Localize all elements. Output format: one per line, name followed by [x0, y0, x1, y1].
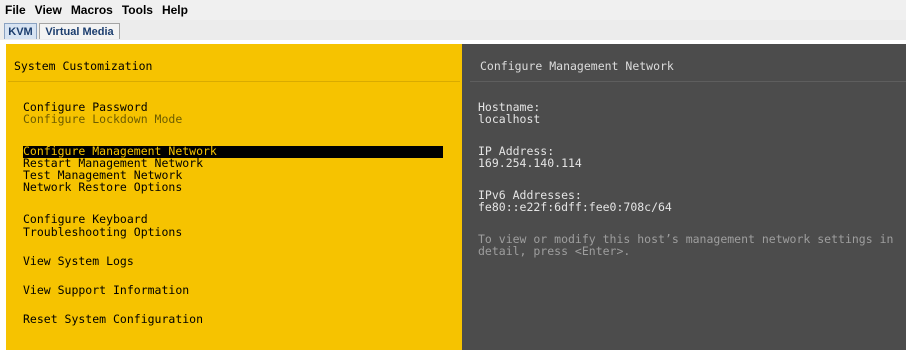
- system-customization-panel: System Customization Configure Password …: [6, 44, 462, 350]
- menu-tools[interactable]: Tools: [117, 0, 157, 20]
- menu-bar: File View Macros Tools Help: [0, 0, 906, 20]
- detail-divider: [470, 81, 906, 82]
- menu-view[interactable]: View: [30, 0, 66, 20]
- menu-item-troubleshooting-options[interactable]: Troubleshooting Options: [23, 226, 182, 239]
- menu-help[interactable]: Help: [157, 0, 192, 20]
- kvm-console[interactable]: System Customization Configure Password …: [0, 40, 906, 350]
- panel-divider: [8, 81, 460, 82]
- management-network-detail-panel: Configure Management Network Hostname: l…: [462, 44, 906, 350]
- menu-item-reset-system-configuration[interactable]: Reset System Configuration: [23, 313, 203, 326]
- menu-file[interactable]: File: [0, 0, 30, 20]
- ip-address-value: 169.254.140.114: [478, 156, 582, 170]
- menu-macros[interactable]: Macros: [66, 0, 117, 20]
- tab-kvm[interactable]: KVM: [4, 23, 37, 39]
- detail-title: Configure Management Network: [480, 59, 674, 73]
- menu-item-configure-lockdown[interactable]: Configure Lockdown Mode: [23, 113, 182, 126]
- tab-strip: KVM Virtual Media: [0, 20, 906, 60]
- help-text-line-2: detail, press <Enter>.: [478, 244, 631, 258]
- menu-item-network-restore-options[interactable]: Network Restore Options: [23, 181, 182, 194]
- menu-item-configure-keyboard[interactable]: Configure Keyboard: [23, 213, 148, 226]
- panel-title: System Customization: [14, 59, 153, 73]
- ipv6-value: fe80::e22f:6dff:fee0:708c/64: [478, 200, 672, 214]
- hostname-value: localhost: [478, 112, 541, 126]
- menu-item-view-support-information[interactable]: View Support Information: [23, 284, 189, 297]
- menu-item-view-system-logs[interactable]: View System Logs: [23, 255, 134, 268]
- tab-virtual-media[interactable]: Virtual Media: [39, 23, 120, 39]
